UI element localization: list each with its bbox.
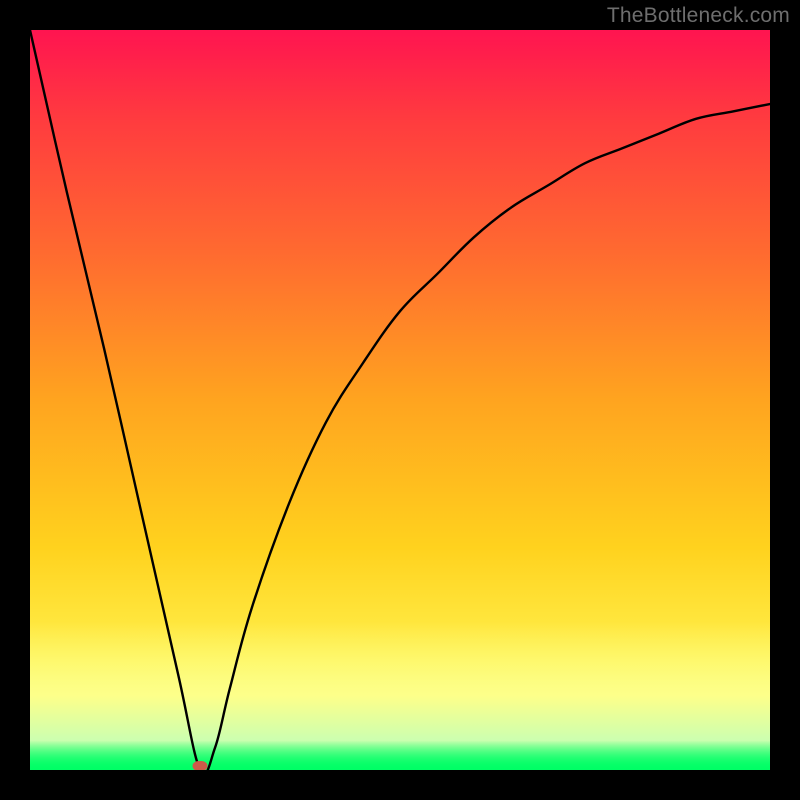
watermark-text: TheBottleneck.com bbox=[607, 4, 790, 28]
plot-area bbox=[30, 30, 770, 770]
bottleneck-curve bbox=[30, 30, 770, 770]
optimum-marker bbox=[193, 761, 208, 770]
chart-frame: TheBottleneck.com bbox=[0, 0, 800, 800]
